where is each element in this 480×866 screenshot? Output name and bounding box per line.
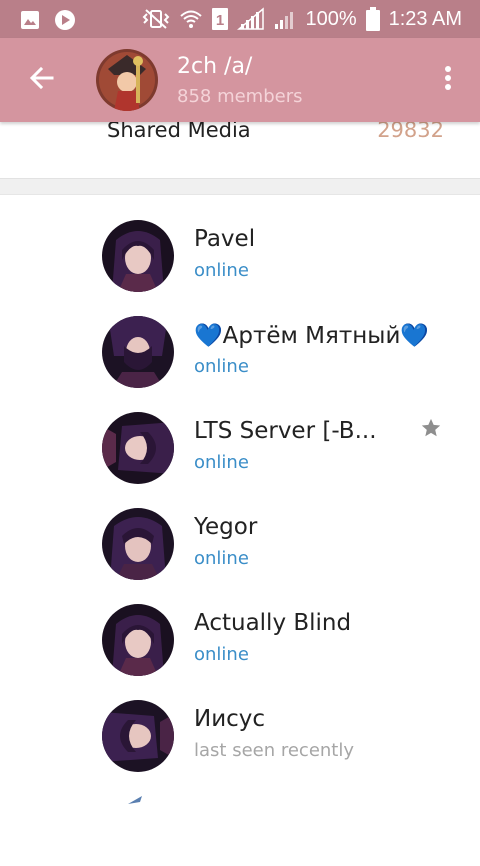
status-bar-right: 1 100% 1:23 AM — [142, 6, 462, 32]
member-status: online — [194, 452, 249, 473]
wifi-icon — [179, 7, 203, 31]
avatar — [102, 794, 174, 866]
section-divider — [0, 178, 480, 195]
avatar — [102, 508, 174, 580]
signal-icon-2 — [274, 8, 296, 30]
member-item[interactable]: Yegor online — [0, 483, 480, 580]
member-item[interactable]: Иисус last seen recently — [0, 675, 480, 772]
member-status: online — [194, 260, 249, 281]
member-name: Иисус — [194, 706, 266, 732]
member-status: online — [194, 548, 249, 569]
star-icon — [420, 417, 442, 443]
svg-text:1: 1 — [216, 12, 224, 29]
shared-media-row[interactable]: Shared Media 29832 — [0, 118, 480, 178]
image-icon — [20, 10, 40, 30]
member-status: online — [194, 644, 249, 665]
play-icon — [54, 9, 76, 31]
avatar — [102, 700, 174, 772]
overflow-menu-button[interactable] — [436, 62, 460, 98]
app-bar: 2ch /a/ 858 members — [0, 38, 480, 122]
status-bar: 1 100% 1:23 AM — [0, 0, 480, 38]
member-item[interactable]: 💙Артём Мятный💙 online — [0, 291, 480, 388]
sim-icon: 1 — [212, 8, 229, 30]
member-count: 858 members — [177, 86, 303, 107]
member-status: last seen recently — [194, 740, 355, 761]
signal-icon — [237, 7, 265, 31]
back-button[interactable] — [24, 62, 60, 98]
member-item[interactable]: Pavel online — [0, 195, 480, 292]
member-status: online — [194, 356, 249, 377]
avatar — [102, 316, 174, 388]
vibrate-icon — [142, 8, 170, 30]
member-item[interactable]: Actually Blind online — [0, 579, 480, 676]
member-name: 💙Артём Мятный💙 — [194, 323, 430, 349]
group-title: 2ch /a/ — [177, 54, 253, 79]
member-list: Pavel online 💙Артём Мятный💙 online LTS S… — [0, 195, 480, 800]
group-avatar[interactable] — [96, 49, 158, 111]
member-name: Pavel — [194, 226, 256, 252]
member-name: Actually Blind — [194, 610, 352, 636]
clock: 1:23 AM — [388, 8, 462, 30]
member-name: Yegor — [194, 514, 258, 540]
member-item[interactable]: LTS Server [-B... online — [0, 387, 480, 484]
battery-percent: 100% — [305, 8, 357, 30]
arrow-left-icon — [28, 64, 56, 96]
member-name: LTS Server [-B... — [194, 418, 377, 444]
battery-icon — [365, 7, 380, 31]
avatar — [102, 220, 174, 292]
avatar — [102, 412, 174, 484]
status-bar-left — [20, 9, 76, 31]
avatar — [102, 604, 174, 676]
more-vertical-icon — [444, 65, 452, 95]
